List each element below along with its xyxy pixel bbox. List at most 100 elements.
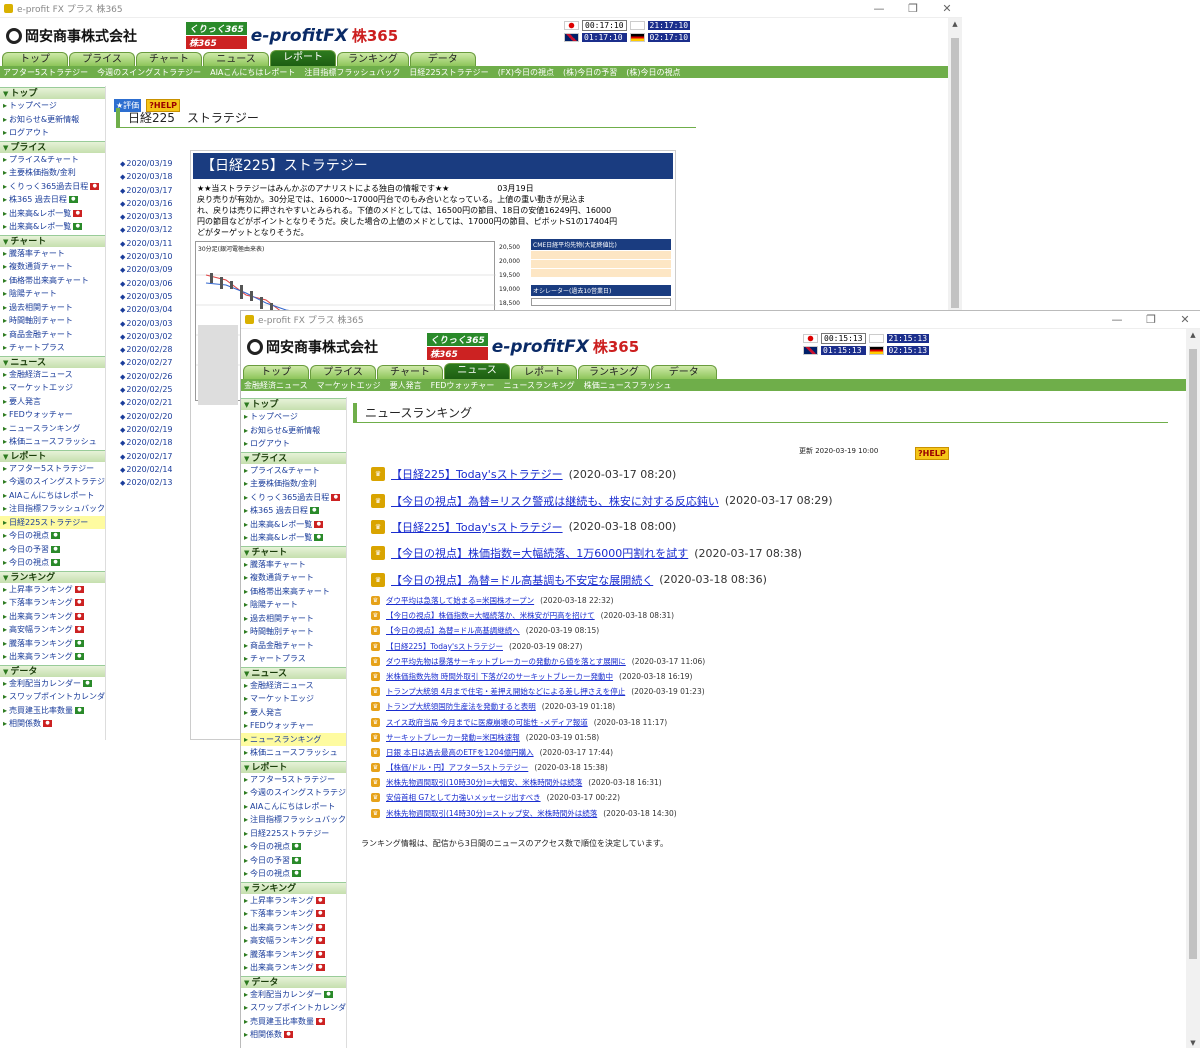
sidebar-item[interactable]: チャートプラス bbox=[241, 652, 346, 666]
date-link[interactable]: 2020/02/13 bbox=[120, 476, 190, 489]
subnav-link[interactable]: 金融経済ニュース bbox=[244, 380, 308, 391]
date-link[interactable]: 2020/02/17 bbox=[120, 450, 190, 463]
ranking-link[interactable]: 【日経225】Today'sストラテジー bbox=[391, 519, 563, 535]
sidebar-item[interactable]: ニュースランキング bbox=[241, 732, 346, 746]
sidebar-item[interactable]: 注目指標フラッシュバック bbox=[241, 813, 346, 827]
sidebar-item[interactable]: 主要株価指数/金利 bbox=[241, 477, 346, 491]
sidebar-section[interactable]: トップ bbox=[241, 398, 346, 410]
date-link[interactable]: 2020/03/06 bbox=[120, 277, 190, 290]
ranking-link[interactable]: 日銀 本日は過去最高のETFを1204億円購入 bbox=[386, 747, 534, 758]
sidebar-item[interactable]: 今日の視点● bbox=[0, 529, 105, 543]
sidebar-item[interactable]: 相関係数● bbox=[241, 1028, 346, 1042]
sidebar-item[interactable]: ニュースランキング bbox=[0, 422, 105, 436]
tab-3[interactable]: ニュース bbox=[444, 363, 510, 379]
sidebar-item[interactable]: 注目指標フラッシュバック bbox=[0, 502, 105, 516]
back-scrollbar[interactable]: ▲ bbox=[948, 18, 962, 310]
maximize-icon[interactable]: ❐ bbox=[1136, 313, 1166, 326]
date-link[interactable]: 2020/03/04 bbox=[120, 303, 190, 316]
sidebar-item[interactable]: 下落率ランキング● bbox=[241, 907, 346, 921]
sidebar-item[interactable]: アフター5ストラテジー bbox=[241, 773, 346, 787]
ranking-link[interactable]: 【株価/ドル・円】アフター5ストラテジー bbox=[386, 762, 528, 773]
sidebar-item[interactable]: プライス&チャート bbox=[0, 153, 105, 167]
sidebar-section[interactable]: ニュース bbox=[0, 355, 105, 368]
tab-0[interactable]: トップ bbox=[243, 365, 309, 379]
sidebar-item[interactable]: 騰落率チャート bbox=[0, 247, 105, 261]
date-link[interactable]: 2020/03/17 bbox=[120, 184, 190, 197]
subnav-link[interactable]: (株)今日の視点 bbox=[626, 67, 680, 78]
sidebar-item[interactable]: 騰落率ランキング● bbox=[241, 948, 346, 962]
sidebar-item[interactable]: 複数通貨チャート bbox=[0, 260, 105, 274]
sidebar-item[interactable]: 出来高ランキング● bbox=[0, 610, 105, 624]
tab-2[interactable]: チャート bbox=[377, 365, 443, 379]
sidebar-item[interactable]: 価格帯出来高チャート bbox=[241, 585, 346, 599]
sidebar-item[interactable]: 日経225ストラテジー bbox=[0, 515, 105, 529]
sidebar-item[interactable]: 株365 過去日程● bbox=[241, 504, 346, 518]
sidebar-item[interactable]: 価格帯出来高チャート bbox=[0, 274, 105, 288]
date-link[interactable]: 2020/03/05 bbox=[120, 290, 190, 303]
sidebar-item[interactable]: 出来高ランキング● bbox=[0, 650, 105, 664]
ranking-link[interactable]: 【今日の視点】株価指数=大幅続落か、米株安が円高を招けて bbox=[386, 610, 595, 621]
tab-6[interactable]: データ bbox=[409, 52, 476, 66]
sidebar-item[interactable]: 商品金融チャート bbox=[241, 639, 346, 653]
ranking-link[interactable]: 【日経225】Today'sストラテジー bbox=[391, 466, 563, 482]
ranking-link[interactable]: 安倍首相 G7として力強いメッセージ出すべき bbox=[386, 792, 541, 803]
sidebar-item[interactable]: 出来高ランキング● bbox=[241, 921, 346, 935]
sidebar-item[interactable]: FEDウォッチャー bbox=[241, 719, 346, 733]
sidebar-item[interactable]: 要人発言 bbox=[0, 395, 105, 409]
sidebar-item[interactable]: 今日の予習● bbox=[0, 543, 105, 557]
ranking-link[interactable]: 【今日の視点】為替=リスク警戒は継続も、株安に対する反応鈍い bbox=[391, 493, 719, 509]
ranking-link[interactable]: スイス政府当局 今月までに医療崩壊の可能性 -メディア報道 bbox=[386, 717, 588, 728]
sidebar-item[interactable]: 今週のスイングストラテジー bbox=[241, 786, 346, 800]
sidebar-item[interactable]: 今日の予習● bbox=[241, 854, 346, 868]
sidebar-item[interactable]: 今週のスイングストラテジー bbox=[0, 475, 105, 489]
sidebar-item[interactable]: トップページ bbox=[0, 99, 105, 113]
sidebar-item[interactable]: 今日の視点● bbox=[241, 867, 346, 881]
sidebar-item[interactable]: 出来高&レポ一覧● bbox=[241, 531, 346, 545]
sidebar-item[interactable]: 株価ニュースフラッシュ bbox=[0, 435, 105, 449]
minimize-icon[interactable]: — bbox=[1102, 313, 1132, 326]
date-link[interactable]: 2020/03/02 bbox=[120, 330, 190, 343]
sidebar-item[interactable]: 過去相関チャート bbox=[0, 301, 105, 315]
date-link[interactable]: 2020/02/25 bbox=[120, 383, 190, 396]
tab-6[interactable]: データ bbox=[650, 365, 717, 379]
sidebar-item[interactable]: 日経225ストラテジー bbox=[241, 827, 346, 841]
sidebar-section[interactable]: プライス bbox=[241, 451, 346, 464]
subnav-link[interactable]: 注目指標フラッシュバック bbox=[304, 67, 400, 78]
tab-0[interactable]: トップ bbox=[2, 52, 68, 66]
sidebar-item[interactable]: 金融経済ニュース bbox=[241, 679, 346, 693]
scroll-up-icon[interactable]: ▲ bbox=[1186, 331, 1200, 339]
subnav-link[interactable]: 株価ニュースフラッシュ bbox=[584, 380, 672, 391]
tab-4[interactable]: レポート bbox=[270, 50, 336, 66]
subnav-link[interactable]: ニュースランキング bbox=[503, 380, 574, 391]
ranking-link[interactable]: 【今日の視点】為替=ドル高基調も不安定な展開続く bbox=[391, 572, 653, 588]
sidebar-section[interactable]: チャート bbox=[241, 545, 346, 558]
sidebar-item[interactable]: 出来高&レポ一覧● bbox=[0, 220, 105, 234]
sidebar-item[interactable]: 金利配当カレンダー● bbox=[0, 677, 105, 691]
front-scrollbar[interactable]: ▲ ▼ bbox=[1186, 329, 1200, 1048]
sidebar-item[interactable]: トップページ bbox=[241, 410, 346, 424]
subnav-link[interactable]: 日経225ストラテジー bbox=[409, 67, 488, 78]
date-link[interactable]: 2020/02/19 bbox=[120, 423, 190, 436]
ranking-link[interactable]: トランプ大統領 4月まで住宅・差押え開始などによる差し押さえを停止 bbox=[386, 686, 625, 697]
subnav-link[interactable]: FEDウォッチャー bbox=[431, 380, 495, 391]
sidebar-item[interactable]: 過去相関チャート bbox=[241, 612, 346, 626]
sidebar-item[interactable]: 売買建玉比率数量● bbox=[241, 1015, 346, 1029]
ranking-link[interactable]: 米株先物週間取引(10時30分)=大幅安、米株時間外は続落 bbox=[386, 777, 582, 788]
sidebar-item[interactable]: 商品金融チャート bbox=[0, 328, 105, 342]
date-link[interactable]: 2020/02/20 bbox=[120, 410, 190, 423]
sidebar-item[interactable]: 上昇率ランキング● bbox=[0, 583, 105, 597]
sidebar-item[interactable]: 今日の視点● bbox=[0, 556, 105, 570]
date-link[interactable]: 2020/03/12 bbox=[120, 223, 190, 236]
date-link[interactable]: 2020/03/10 bbox=[120, 250, 190, 263]
sidebar-item[interactable]: 高安幅ランキング● bbox=[241, 934, 346, 948]
sidebar-item[interactable]: マーケットエッジ bbox=[241, 692, 346, 706]
sidebar-item[interactable]: 株365 過去日程● bbox=[0, 193, 105, 207]
close-icon[interactable]: ✕ bbox=[932, 2, 962, 15]
sidebar-item[interactable]: 今日の視点● bbox=[241, 840, 346, 854]
tab-1[interactable]: プライス bbox=[310, 365, 376, 379]
date-link[interactable]: 2020/02/28 bbox=[120, 343, 190, 356]
date-link[interactable]: 2020/02/27 bbox=[120, 356, 190, 369]
sidebar-item[interactable]: 出来高&レポ一覧● bbox=[241, 518, 346, 532]
ranking-link[interactable]: サーキットブレーカー発動=米国株速報 bbox=[386, 732, 520, 743]
date-link[interactable]: 2020/03/11 bbox=[120, 237, 190, 250]
